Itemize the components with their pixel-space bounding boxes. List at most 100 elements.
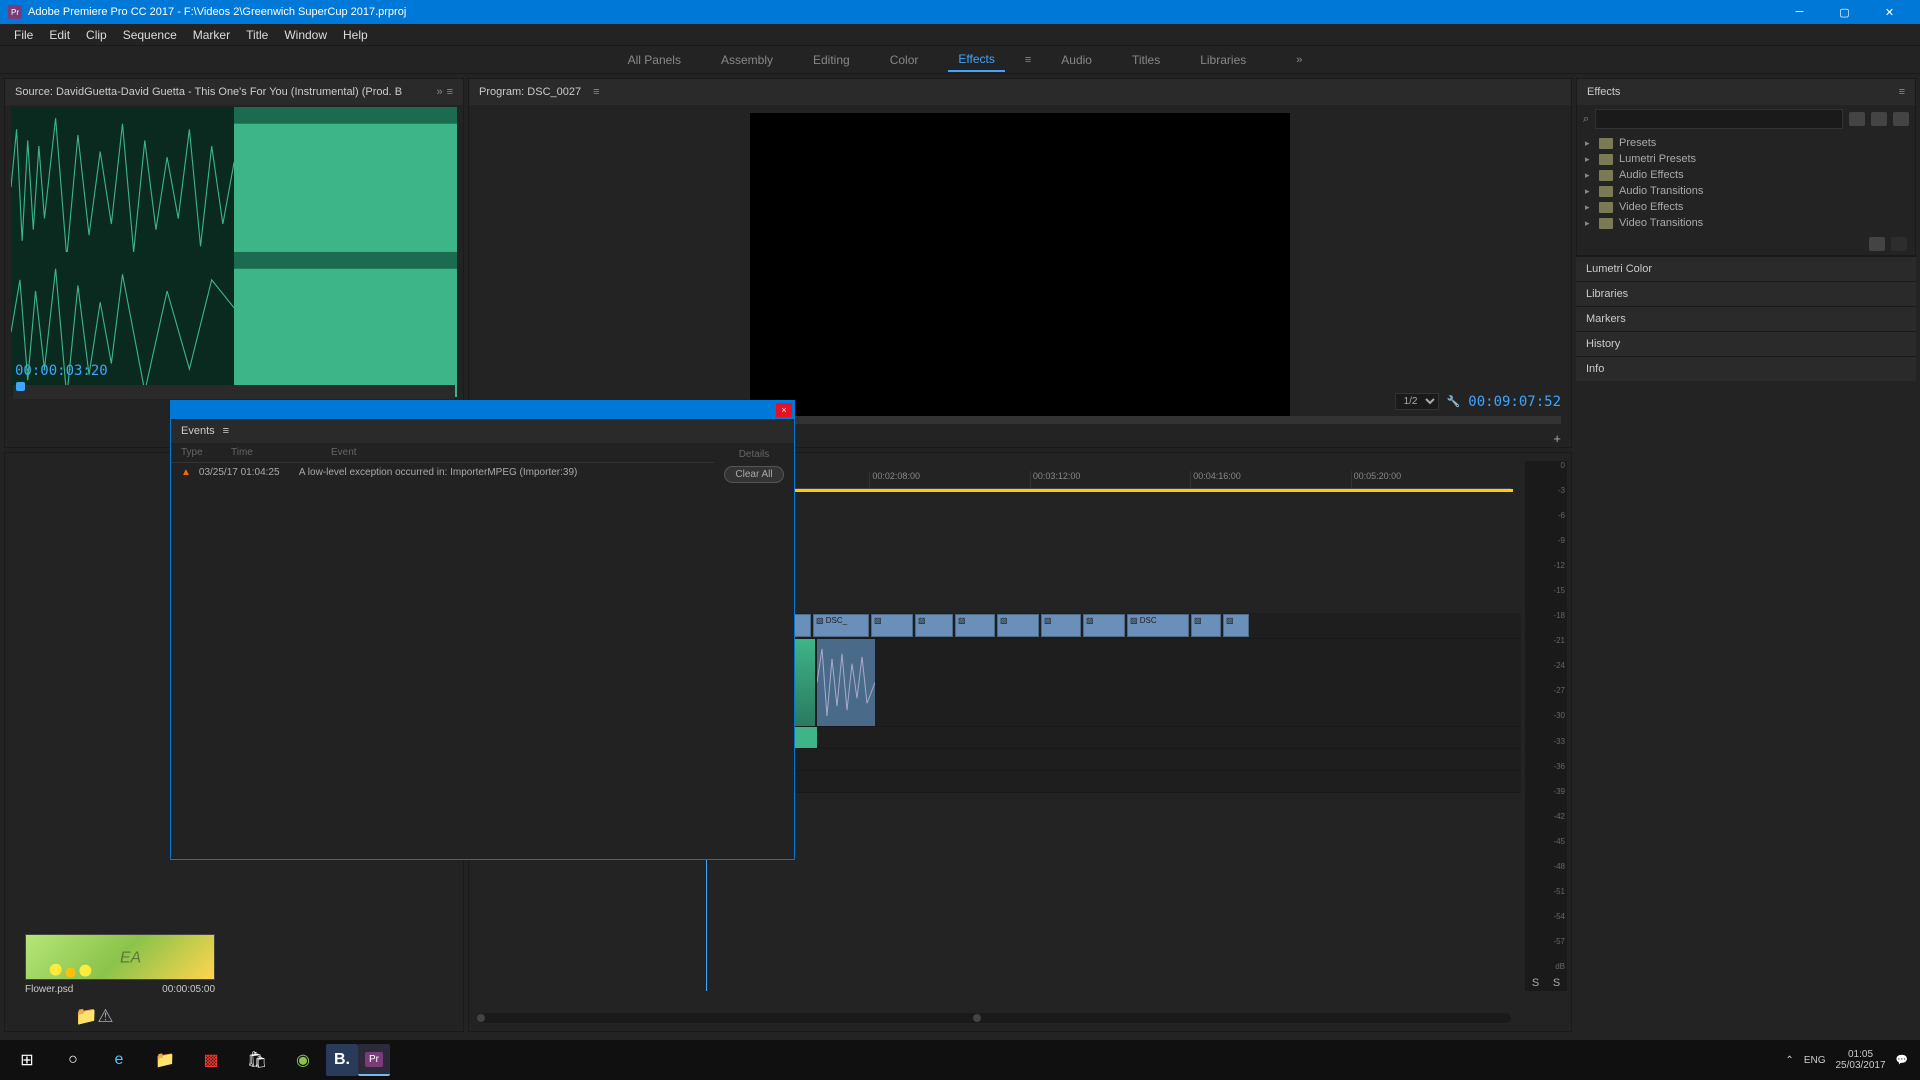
events-menu-icon[interactable]: ≡ xyxy=(223,425,229,437)
delete-icon[interactable] xyxy=(1891,237,1907,251)
program-monitor[interactable] xyxy=(750,113,1290,417)
audio-clip[interactable] xyxy=(817,639,875,726)
tray-chevron-icon[interactable]: ⌃ xyxy=(1785,1055,1793,1066)
menu-file[interactable]: File xyxy=(6,26,41,44)
source-waveform[interactable]: L R xyxy=(11,107,457,397)
source-ruler[interactable] xyxy=(13,385,455,399)
video-clip[interactable]: ▧ xyxy=(1041,614,1081,637)
cortana-icon[interactable]: ○ xyxy=(50,1040,96,1080)
maximize-button[interactable]: ▢ xyxy=(1822,0,1867,24)
tree-lumetri-presets[interactable]: ▸Lumetri Presets xyxy=(1577,151,1915,167)
menu-marker[interactable]: Marker xyxy=(185,26,238,44)
ws-libraries[interactable]: Libraries xyxy=(1190,49,1256,71)
event-row[interactable]: ▲ 03/25/17 01:04:25 A low-level exceptio… xyxy=(171,463,714,482)
start-button[interactable]: ⊞ xyxy=(4,1040,50,1080)
ws-effects[interactable]: Effects xyxy=(948,48,1004,72)
timeline-h-scrollbar[interactable] xyxy=(477,1013,1511,1023)
section-lumetri-color[interactable]: Lumetri Color xyxy=(1576,256,1916,281)
ws-assembly[interactable]: Assembly xyxy=(711,49,783,71)
video-clip[interactable]: ▧ xyxy=(871,614,913,637)
video-clip[interactable]: ▧ xyxy=(997,614,1039,637)
scroll-handle-left[interactable] xyxy=(477,1014,485,1022)
ws-audio[interactable]: Audio xyxy=(1051,49,1102,71)
track-a2-content[interactable] xyxy=(669,727,1521,748)
zoom-select[interactable]: 1/2 xyxy=(1395,393,1439,410)
source-menu-icon[interactable]: ≡ xyxy=(447,86,453,98)
menu-edit[interactable]: Edit xyxy=(41,26,78,44)
tray-clock[interactable]: 01:05 25/03/2017 xyxy=(1835,1049,1885,1071)
ws-color[interactable]: Color xyxy=(880,49,929,71)
program-timecode[interactable]: 00:09:07:52 xyxy=(1468,394,1561,410)
ws-editing[interactable]: Editing xyxy=(803,49,860,71)
meter-solo-l[interactable]: S xyxy=(1532,977,1539,989)
menu-help[interactable]: Help xyxy=(335,26,376,44)
track-a3-content[interactable] xyxy=(669,749,1521,770)
store-icon[interactable]: 🛍 xyxy=(234,1040,280,1080)
video-clip[interactable]: ▧ xyxy=(915,614,953,637)
clip-duration: 00:00:05:00 xyxy=(162,984,215,995)
source-tab[interactable]: Source: DavidGuetta-David Guetta - This … xyxy=(15,86,402,98)
effects-tab[interactable]: Effects xyxy=(1587,86,1620,98)
close-button[interactable]: ✕ xyxy=(1867,0,1912,24)
edge-icon[interactable]: e xyxy=(96,1040,142,1080)
tree-video-transitions[interactable]: ▸Video Transitions xyxy=(1577,215,1915,231)
video-clip[interactable]: ▧ xyxy=(955,614,995,637)
events-close-button[interactable]: × xyxy=(776,403,792,417)
tree-audio-effects[interactable]: ▸Audio Effects xyxy=(1577,167,1915,183)
video-clip[interactable]: ▧ DSC_ xyxy=(813,614,869,637)
ws-titles[interactable]: Titles xyxy=(1122,49,1170,71)
clear-all-button[interactable]: Clear All xyxy=(724,466,783,483)
effects-search-input[interactable] xyxy=(1595,109,1843,129)
notifications-icon[interactable]: 💬 xyxy=(1896,1055,1908,1066)
app-icon-b[interactable]: B. xyxy=(326,1044,358,1076)
section-libraries[interactable]: Libraries xyxy=(1576,281,1916,306)
fx-badge-2-icon[interactable] xyxy=(1871,112,1887,126)
menu-title[interactable]: Title xyxy=(238,26,276,44)
events-titlebar[interactable]: × xyxy=(171,401,794,419)
ws-overflow-icon[interactable]: » xyxy=(1296,54,1302,66)
app-icon-green[interactable]: ◉ xyxy=(280,1040,326,1080)
effects-menu-icon[interactable]: ≡ xyxy=(1899,86,1905,98)
premiere-task-icon[interactable]: Pr xyxy=(358,1044,390,1076)
section-history[interactable]: History xyxy=(1576,331,1916,356)
scroll-handle-right[interactable] xyxy=(973,1014,981,1022)
new-item-icon[interactable]: 📁⚠ xyxy=(75,1006,114,1027)
section-info[interactable]: Info xyxy=(1576,356,1916,381)
fx-badge-1-icon[interactable] xyxy=(1849,112,1865,126)
video-clip[interactable]: ▧ xyxy=(1223,614,1249,637)
menu-sequence[interactable]: Sequence xyxy=(115,26,185,44)
time-ruler[interactable]: 00:01:04:00 00:02:08:00 00:03:12:00 00:0… xyxy=(709,471,1511,489)
video-clip[interactable]: ▧ xyxy=(1083,614,1125,637)
track-v1-content[interactable]: ▧ DSC_ ▧ DSC_ ▧ ▧ ▧ ▧ ▧ ▧ ▧ DSC ▧ ▧ xyxy=(669,613,1521,638)
project-clip-item[interactable]: EA Flower.psd 00:00:05:00 xyxy=(25,934,215,995)
tree-video-effects[interactable]: ▸Video Effects xyxy=(1577,199,1915,215)
events-tab[interactable]: Events ≡ xyxy=(171,419,794,443)
tree-audio-transitions[interactable]: ▸Audio Transitions xyxy=(1577,183,1915,199)
video-clip[interactable]: ▧ xyxy=(1191,614,1221,637)
video-clip[interactable]: ▧ DSC xyxy=(1127,614,1189,637)
tree-presets[interactable]: ▸Presets xyxy=(1577,135,1915,151)
ws-all-panels[interactable]: All Panels xyxy=(618,49,691,71)
section-markers[interactable]: Markers xyxy=(1576,306,1916,331)
minimize-button[interactable]: ─ xyxy=(1777,0,1822,24)
track-master-content[interactable] xyxy=(669,771,1521,792)
work-area-bar[interactable] xyxy=(759,489,1513,492)
menu-clip[interactable]: Clip xyxy=(78,26,115,44)
app-icon-red[interactable]: ▩ xyxy=(188,1040,234,1080)
tray-lang[interactable]: ENG xyxy=(1804,1055,1826,1066)
source-timecode[interactable]: 00:00:03:20 xyxy=(15,363,108,379)
meter-solo-r[interactable]: S xyxy=(1553,977,1560,989)
program-menu-icon[interactable]: ≡ xyxy=(593,86,599,98)
folder-icon xyxy=(1599,138,1613,149)
fx-badge-3-icon[interactable] xyxy=(1893,112,1909,126)
ws-effects-menu-icon[interactable]: ≡ xyxy=(1025,54,1031,66)
explorer-icon[interactable]: 📁 xyxy=(142,1040,188,1080)
program-tab[interactable]: Program: DSC_0027 xyxy=(479,86,581,98)
add-button-icon[interactable]: + xyxy=(1553,431,1561,446)
track-a1-content[interactable] xyxy=(669,639,1521,726)
wrench-icon[interactable]: 🔧 xyxy=(1447,395,1461,408)
new-bin-icon[interactable] xyxy=(1869,237,1885,251)
source-overflow-icon[interactable]: » xyxy=(436,86,442,98)
source-playhead-icon[interactable] xyxy=(16,382,25,391)
menu-window[interactable]: Window xyxy=(276,26,335,44)
